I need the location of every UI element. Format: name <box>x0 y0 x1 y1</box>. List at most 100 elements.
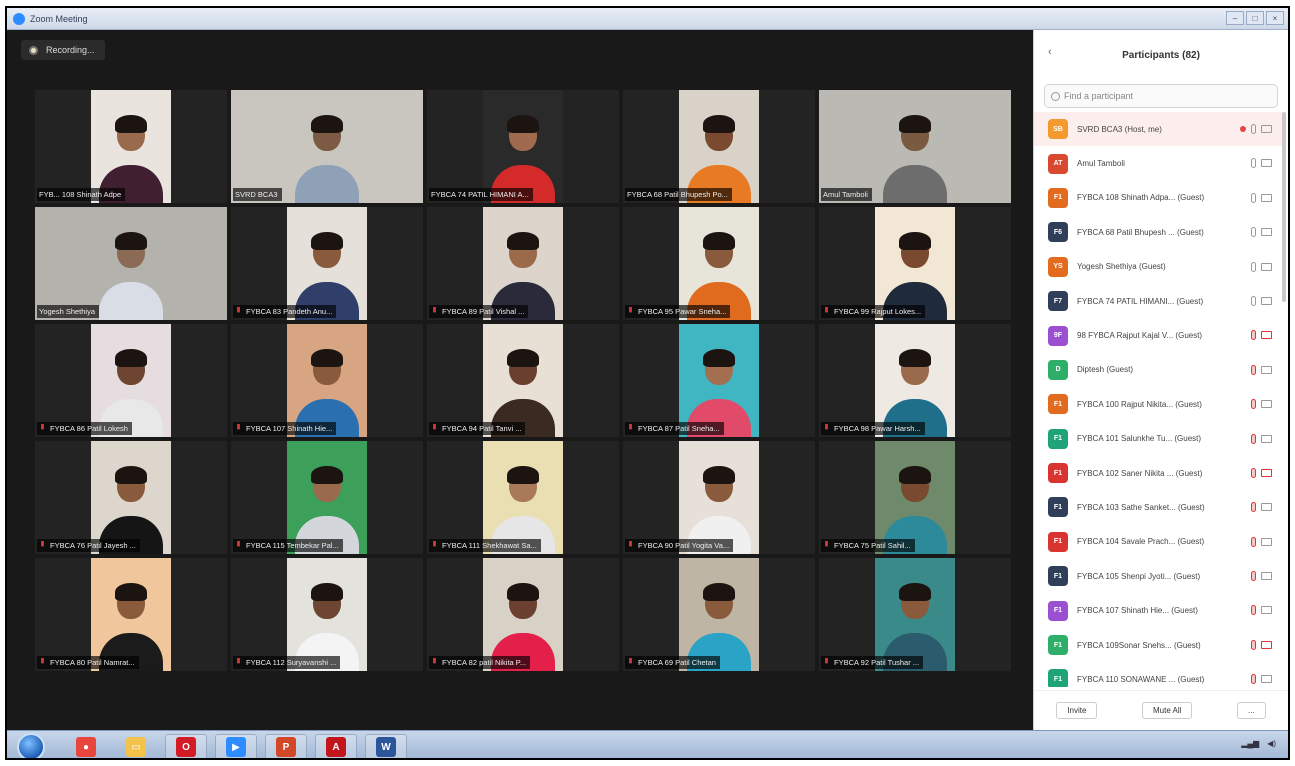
participant-row[interactable]: YS Yogesh Shethiya (Guest) <box>1034 250 1282 284</box>
camera-icon[interactable] <box>1261 503 1272 512</box>
close-button[interactable]: × <box>1266 11 1284 25</box>
mic-muted-icon[interactable] <box>1251 364 1256 375</box>
participant-row[interactable]: 9F 98 FYBCA Rajput Kajal V... (Guest) <box>1034 318 1282 352</box>
mic-muted-icon[interactable] <box>1251 605 1256 616</box>
participant-video <box>287 207 367 320</box>
participant-row[interactable]: F1 FYBCA 105 Shenpi Jyoti... (Guest) <box>1034 559 1282 593</box>
taskbar-opera-button[interactable]: O <box>165 734 207 758</box>
camera-off-icon[interactable] <box>1261 640 1272 649</box>
video-tile[interactable]: FYBCA 69 Patil Chetan <box>623 558 815 671</box>
video-tile[interactable]: SVRD BCA3 <box>231 90 423 203</box>
more-options-button[interactable]: ... <box>1237 702 1266 719</box>
mic-muted-icon[interactable] <box>1251 330 1256 341</box>
camera-icon[interactable] <box>1261 537 1272 546</box>
video-tile[interactable]: FYBCA 98 Pawar Harsh... <box>819 324 1011 437</box>
video-tile[interactable]: FYBCA 89 Patil Vishal ... <box>427 207 619 320</box>
volume-icon[interactable]: ◀) <box>1267 739 1276 748</box>
mic-muted-icon[interactable] <box>1251 467 1256 478</box>
video-tile[interactable]: FYBCA 94 Patil Tanvi ... <box>427 324 619 437</box>
maximize-button[interactable]: □ <box>1246 11 1264 25</box>
mic-muted-icon[interactable] <box>1251 536 1256 547</box>
participant-row[interactable]: F1 FYBCA 109Sonar Snehs... (Guest) <box>1034 628 1282 662</box>
camera-icon[interactable] <box>1261 400 1272 409</box>
network-icon[interactable]: ▂▄▆ <box>1241 739 1259 748</box>
participant-search-input[interactable]: Find a participant <box>1044 84 1278 108</box>
recording-indicator[interactable]: Recording... <box>21 40 105 60</box>
video-tile[interactable]: FYBCA 115 Tembekar Pal... <box>231 441 423 554</box>
camera-icon[interactable] <box>1261 262 1272 271</box>
video-tile[interactable]: Yogesh Shethiya <box>35 207 227 320</box>
video-tile[interactable]: FYBCA 68 Patil Bhupesh Po... <box>623 90 815 203</box>
participant-row[interactable]: F1 FYBCA 107 Shinath Hie... (Guest) <box>1034 593 1282 627</box>
video-tile[interactable]: FYBCA 92 Patil Tushar ... <box>819 558 1011 671</box>
video-tile[interactable]: FYBCA 99 Rajput Lokes... <box>819 207 1011 320</box>
mic-muted-icon[interactable] <box>1251 433 1256 444</box>
mic-icon[interactable] <box>1251 158 1256 169</box>
participant-row[interactable]: F1 FYBCA 100 Rajput Nikita... (Guest) <box>1034 387 1282 421</box>
mic-muted-icon[interactable] <box>1251 674 1256 685</box>
taskbar-chrome-button[interactable]: ● <box>65 734 107 758</box>
camera-off-icon[interactable] <box>1261 468 1272 477</box>
video-tile[interactable]: FYBCA 86 Patil Lokesh <box>35 324 227 437</box>
taskbar-zoom-button[interactable]: ▶ <box>215 734 257 758</box>
mic-muted-icon[interactable] <box>1251 639 1256 650</box>
muted-mic-icon <box>433 424 436 430</box>
camera-icon[interactable] <box>1261 606 1272 615</box>
mic-icon[interactable] <box>1251 227 1256 238</box>
participant-row[interactable]: AT Amul Tamboli <box>1034 146 1282 180</box>
video-tile[interactable]: FYBCA 95 Pawar Sneha... <box>623 207 815 320</box>
participant-row[interactable]: F1 FYBCA 102 Saner Nikita ... (Guest) <box>1034 456 1282 490</box>
camera-icon[interactable] <box>1261 228 1272 237</box>
video-tile[interactable]: FYBCA 111 Shekhawat Sa... <box>427 441 619 554</box>
mic-icon[interactable] <box>1251 192 1256 203</box>
video-tile[interactable]: FYBCA 83 Pandeth Anu... <box>231 207 423 320</box>
mute-all-button[interactable]: Mute All <box>1141 702 1193 719</box>
camera-off-icon[interactable] <box>1261 331 1272 340</box>
participant-row[interactable]: D Diptesh (Guest) <box>1034 353 1282 387</box>
video-tile[interactable]: FYBCA 90 Patil Yogita Va... <box>623 441 815 554</box>
video-tile[interactable]: FYBCA 87 Patil Sneha... <box>623 324 815 437</box>
video-tile[interactable]: FYBCA 82 patil Nikita P... <box>427 558 619 671</box>
camera-icon[interactable] <box>1261 296 1272 305</box>
video-tile[interactable]: FYBCA 75 Patil Sahil... <box>819 441 1011 554</box>
video-tile[interactable]: FYBCA 112 Suryavanshi ... <box>231 558 423 671</box>
video-tile[interactable]: FYBCA 76 Patil Jayesh ... <box>35 441 227 554</box>
camera-icon[interactable] <box>1261 675 1272 684</box>
camera-icon[interactable] <box>1261 434 1272 443</box>
participant-video <box>483 324 563 437</box>
taskbar-word-button[interactable]: W <box>365 734 407 758</box>
video-tile[interactable]: FYBCA 74 PATIL HIMANI A... <box>427 90 619 203</box>
participant-row[interactable]: F1 FYBCA 103 Sathe Sanket... (Guest) <box>1034 490 1282 524</box>
camera-icon[interactable] <box>1261 125 1272 133</box>
participant-row[interactable]: SB SVRD BCA3 (Host, me) <box>1034 112 1282 147</box>
mic-icon[interactable] <box>1251 124 1256 134</box>
camera-icon[interactable] <box>1261 572 1272 581</box>
mic-icon[interactable] <box>1251 295 1256 306</box>
taskbar-pdf-reader-button[interactable]: A <box>315 734 357 758</box>
collapse-panel-icon[interactable]: ‹ <box>1048 46 1052 58</box>
participant-row[interactable]: F1 FYBCA 110 SONAWANE ... (Guest) <box>1034 662 1282 687</box>
participant-row[interactable]: F6 FYBCA 68 Patil Bhupesh ... (Guest) <box>1034 215 1282 249</box>
participant-row[interactable]: F1 FYBCA 108 Shinath Adpa... (Guest) <box>1034 181 1282 215</box>
participant-row[interactable]: F7 FYBCA 74 PATIL HIMANI... (Guest) <box>1034 284 1282 318</box>
start-button[interactable] <box>17 733 45 758</box>
invite-button[interactable]: Invite <box>1056 702 1098 719</box>
participant-row[interactable]: F1 FYBCA 104 Savale Prach... (Guest) <box>1034 525 1282 559</box>
taskbar-powerpoint-button[interactable]: P <box>265 734 307 758</box>
participant-list-scrollbar[interactable] <box>1282 112 1286 302</box>
video-tile[interactable]: FYBCA 107 Shinath Hie... <box>231 324 423 437</box>
zoom-icon: ▶ <box>226 737 246 757</box>
camera-icon[interactable] <box>1261 365 1272 374</box>
camera-icon[interactable] <box>1261 193 1272 202</box>
video-tile[interactable]: Amul Tamboli <box>819 90 1011 203</box>
mic-muted-icon[interactable] <box>1251 399 1256 410</box>
mic-icon[interactable] <box>1251 261 1256 272</box>
camera-icon[interactable] <box>1261 159 1272 168</box>
participant-row[interactable]: F1 FYBCA 101 Salunkhe Tu... (Guest) <box>1034 422 1282 456</box>
mic-muted-icon[interactable] <box>1251 571 1256 582</box>
mic-muted-icon[interactable] <box>1251 502 1256 513</box>
video-tile[interactable]: FYBCA 80 Patil Namrat... <box>35 558 227 671</box>
taskbar-folder-button[interactable]: ▭ <box>115 734 157 758</box>
minimize-button[interactable]: – <box>1226 11 1244 25</box>
video-tile[interactable]: FYB... 108 Shinath Adpe <box>35 90 227 203</box>
